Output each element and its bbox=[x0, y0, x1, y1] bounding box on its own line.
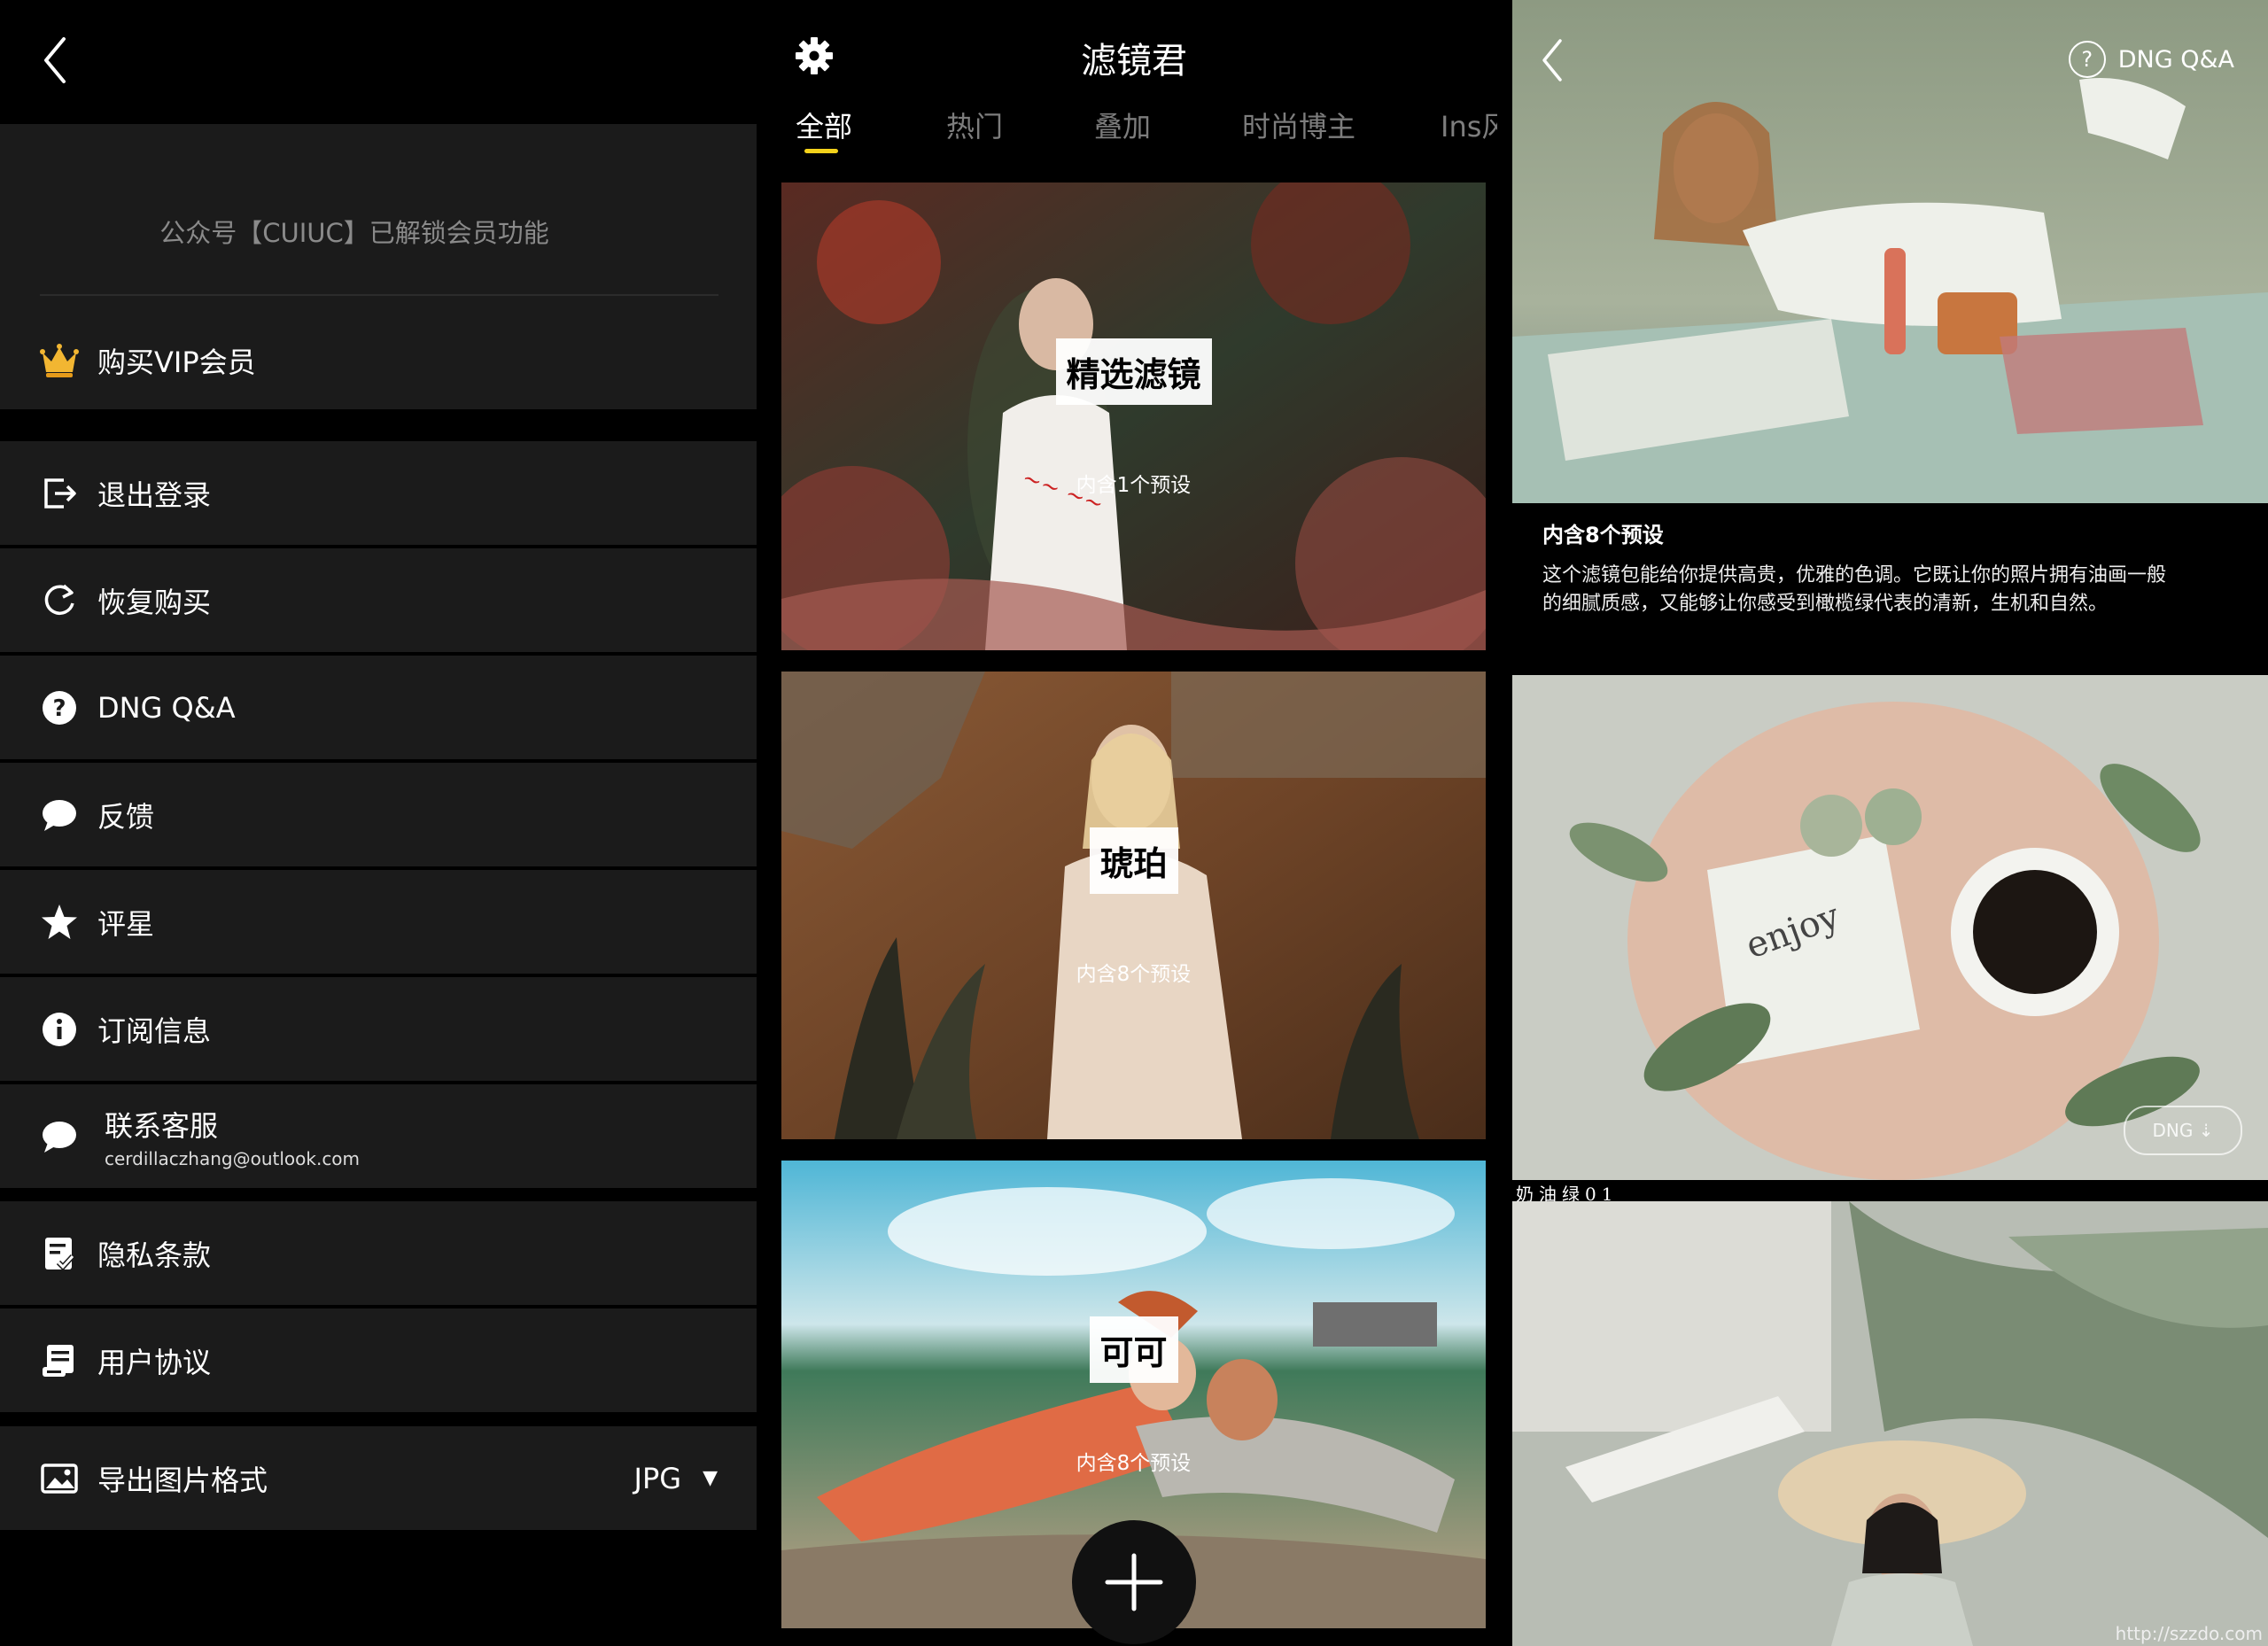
star-icon bbox=[35, 898, 83, 946]
menu-item-label: 反馈 bbox=[97, 799, 155, 834]
info-icon bbox=[35, 1005, 83, 1053]
menu-item-label: 评星 bbox=[97, 906, 155, 941]
menu-item-rate[interactable]: 评星 bbox=[0, 870, 757, 974]
buy-vip-label: 购买VIP会员 bbox=[97, 346, 256, 379]
contact-label: 联系客服 bbox=[105, 1108, 219, 1143]
menu-item-label: 恢复购买 bbox=[97, 585, 212, 619]
crown-icon bbox=[35, 337, 83, 384]
add-button[interactable] bbox=[1072, 1520, 1196, 1644]
preset-sample-image[interactable]: enjoy bbox=[1512, 675, 2268, 1180]
preset-count: 内含8个预设 bbox=[1542, 523, 1664, 547]
filter-card[interactable]: 琥珀 内含8个预设 bbox=[781, 672, 1486, 1139]
image-icon bbox=[35, 1455, 83, 1502]
tab-hot[interactable]: 热门 bbox=[946, 105, 1003, 145]
settings-panel: 公众号【CUIUC】已解锁会员功能 购买VIP会员 退出登录 恢复购买 ? DN… bbox=[0, 0, 757, 1646]
tab-overlay[interactable]: 叠加 bbox=[1094, 105, 1151, 145]
menu-item-dng-qa[interactable]: ? DNG Q&A bbox=[0, 656, 757, 759]
filter-card-subtitle: 内含1个预设 bbox=[1076, 474, 1192, 497]
filter-card-subtitle: 内含8个预设 bbox=[1076, 963, 1192, 986]
menu-item-contact-support[interactable]: 联系客服 cerdillaczhang@outlook.com bbox=[0, 1084, 757, 1188]
filter-card-title: 精选滤镜 bbox=[1055, 338, 1212, 405]
agreement-document-icon bbox=[35, 1337, 83, 1385]
menu-item-logout[interactable]: 退出登录 bbox=[0, 441, 757, 545]
menu-item-restore-purchase[interactable]: 恢复购买 bbox=[0, 548, 757, 652]
tab-fashion-blogger[interactable]: 时尚博主 bbox=[1242, 105, 1355, 145]
preset-description: 这个滤镜包能给你提供高贵，优雅的色调。它既让你的照片拥有油画一般的细腻质感，又能… bbox=[1542, 564, 2167, 615]
divider bbox=[40, 294, 718, 296]
chat-bubble-icon bbox=[35, 1113, 83, 1161]
question-icon: ? bbox=[2068, 41, 2106, 78]
contact-text: 联系客服 cerdillaczhang@outlook.com bbox=[105, 1104, 360, 1169]
menu-item-label: 退出登录 bbox=[97, 477, 212, 512]
filter-card-subtitle: 内含8个预设 bbox=[1076, 1452, 1192, 1475]
member-notice-text: 公众号【CUIUC】已解锁会员功能 bbox=[159, 218, 549, 248]
back-icon[interactable] bbox=[37, 34, 73, 87]
watermark: http://szzdo.com bbox=[2115, 1623, 2263, 1644]
menu-item-feedback[interactable]: 反馈 bbox=[0, 763, 757, 866]
dng-qa-label: DNG Q&A bbox=[2117, 45, 2234, 74]
filter-card-title: 可可 bbox=[1089, 1316, 1178, 1383]
svg-text:?: ? bbox=[52, 695, 66, 722]
menu-item-label: 用户协议 bbox=[97, 1345, 212, 1379]
menu-item-subscription-info[interactable]: 订阅信息 bbox=[0, 977, 757, 1081]
dng-download-button[interactable]: DNG ⇣ bbox=[2124, 1106, 2242, 1155]
menu-item-label: 隐私条款 bbox=[97, 1238, 212, 1272]
filter-list-panel: 滤镜君 全部 热门 叠加 时尚博主 Ins风 ~~ ~~ 精选滤镜 内含1个预设 bbox=[771, 0, 1497, 1646]
menu-item-privacy[interactable]: 隐私条款 bbox=[0, 1201, 757, 1305]
card-photo: ~~ ~~ bbox=[781, 182, 1486, 650]
buy-vip-button[interactable]: 购买VIP会员 bbox=[0, 312, 757, 409]
menu-item-user-agreement[interactable]: 用户协议 bbox=[0, 1308, 757, 1412]
preset-sample-image[interactable] bbox=[1512, 1201, 2268, 1646]
menu-item-label: DNG Q&A bbox=[97, 690, 236, 725]
tab-all[interactable]: 全部 bbox=[796, 105, 852, 145]
menu-item-label: 订阅信息 bbox=[97, 1013, 212, 1048]
export-format-selector[interactable]: 导出图片格式 JPG ▼ bbox=[0, 1426, 757, 1530]
tab-ins-style[interactable]: Ins风 bbox=[1441, 105, 1497, 145]
question-icon: ? bbox=[35, 684, 83, 732]
filter-detail-panel: ? DNG Q&A 内含8个预设 这个滤镜包能给你提供高贵，优雅的色调。它既让你… bbox=[1512, 0, 2268, 1646]
logout-icon bbox=[35, 470, 83, 517]
filter-card-title: 琥珀 bbox=[1089, 827, 1178, 894]
export-format-label: 导出图片格式 bbox=[97, 1463, 268, 1497]
plus-icon bbox=[1105, 1553, 1163, 1611]
chat-bubble-icon bbox=[35, 791, 83, 839]
export-format-current: JPG bbox=[633, 1461, 682, 1495]
caret-down-icon: ▼ bbox=[703, 1467, 718, 1489]
refresh-icon bbox=[35, 577, 83, 625]
filter-card[interactable]: ~~ ~~ 精选滤镜 内含1个预设 bbox=[781, 182, 1486, 650]
privacy-document-icon bbox=[35, 1230, 83, 1277]
app-title: 滤镜君 bbox=[1081, 41, 1187, 82]
back-icon[interactable] bbox=[1537, 35, 1565, 85]
active-tab-indicator bbox=[804, 149, 838, 153]
export-format-value[interactable]: JPG ▼ bbox=[634, 1426, 718, 1530]
card-photo bbox=[781, 672, 1486, 1139]
contact-email: cerdillaczhang@outlook.com bbox=[105, 1147, 361, 1169]
dng-qa-button[interactable]: ? DNG Q&A bbox=[2068, 41, 2234, 78]
